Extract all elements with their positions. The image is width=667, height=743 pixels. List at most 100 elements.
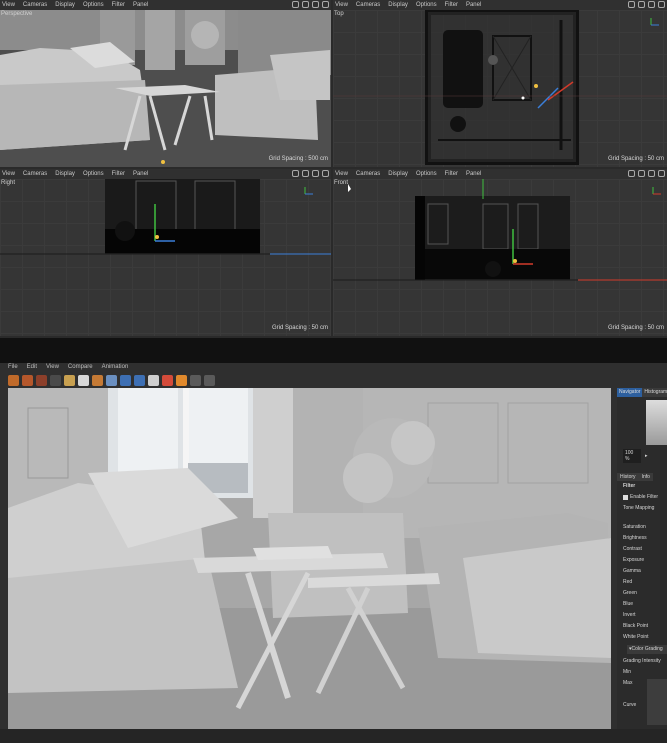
window-separator	[0, 338, 667, 363]
rotate-view-icon[interactable]	[648, 170, 655, 177]
enable-filter-row[interactable]: Enable Filter	[617, 492, 667, 503]
filter-item[interactable]: Saturation	[617, 522, 667, 533]
filter-item[interactable]: Contrast	[617, 544, 667, 555]
maximize-view-icon[interactable]	[658, 170, 665, 177]
channel-icon[interactable]	[134, 374, 145, 386]
info-icon[interactable]	[148, 374, 159, 386]
menu-display[interactable]: Display	[388, 0, 408, 10]
color-grading-group[interactable]: ▾Color Grading	[627, 645, 667, 654]
swap-icon[interactable]	[190, 374, 201, 386]
zoom-view-icon[interactable]	[302, 1, 309, 8]
rendered-image[interactable]	[8, 388, 611, 729]
viewport-menubar: View Cameras Display Options Filter Pane…	[333, 169, 667, 179]
filter-item[interactable]: Red	[617, 577, 667, 588]
right-view-scene	[0, 179, 331, 255]
filter-item[interactable]: Tone Mapping	[617, 503, 667, 514]
menu-display[interactable]: Display	[55, 169, 75, 179]
menu-display[interactable]: Display	[55, 0, 75, 10]
move-view-icon[interactable]	[292, 170, 299, 177]
filter-item[interactable]: Exposure	[617, 555, 667, 566]
export-icon[interactable]	[36, 374, 47, 386]
menu-filter[interactable]: Filter	[445, 0, 458, 10]
zoom-view-icon[interactable]	[638, 170, 645, 177]
filter-item[interactable]: White Point	[617, 632, 667, 643]
tab-histogram[interactable]: Histogram	[642, 388, 667, 397]
viewport-menubar: View Cameras Display Options Filter Pane…	[0, 0, 331, 10]
stop-render-icon[interactable]	[106, 374, 117, 386]
grading-item[interactable]: Min	[617, 667, 667, 678]
menu-animation[interactable]: Animation	[102, 363, 129, 372]
filter-item[interactable]: Brightness	[617, 533, 667, 544]
menu-filter[interactable]: Filter	[112, 169, 125, 179]
enable-filter-checkbox[interactable]	[623, 495, 628, 500]
tab-info[interactable]: Info	[638, 473, 653, 481]
menu-panel[interactable]: Panel	[133, 0, 148, 10]
move-view-icon[interactable]	[292, 1, 299, 8]
render-region-icon[interactable]	[78, 374, 89, 386]
menu-filter[interactable]: Filter	[112, 0, 125, 10]
zoom-slider-icon[interactable]: ▸	[645, 453, 648, 459]
menu-view[interactable]: View	[2, 169, 15, 179]
menu-options[interactable]: Options	[83, 169, 104, 179]
menu-options[interactable]: Options	[416, 169, 437, 179]
menu-options[interactable]: Options	[416, 0, 437, 10]
filter-item[interactable]: Black Point	[617, 621, 667, 632]
filter-item[interactable]: Invert	[617, 610, 667, 621]
zoom-view-icon[interactable]	[638, 1, 645, 8]
menu-cameras[interactable]: Cameras	[23, 169, 47, 179]
menu-file[interactable]: File	[8, 363, 18, 372]
viewport-title: Front	[334, 180, 349, 186]
enable-filter-label: Enable Filter	[630, 494, 659, 500]
menu-cameras[interactable]: Cameras	[356, 169, 380, 179]
filter-item[interactable]: Gamma	[617, 566, 667, 577]
set-b-icon[interactable]	[176, 374, 187, 386]
viewport-nav-icons	[628, 170, 665, 177]
grid-spacing-label: Grid Spacing : 50 cm	[271, 325, 328, 331]
cinema4d-viewports: View Cameras Display Options Filter Pane…	[0, 0, 667, 338]
rotate-view-icon[interactable]	[312, 1, 319, 8]
maximize-view-icon[interactable]	[322, 1, 329, 8]
maximize-view-icon[interactable]	[322, 170, 329, 177]
menu-edit[interactable]: Edit	[27, 363, 37, 372]
menu-view[interactable]: View	[335, 0, 348, 10]
save-icon[interactable]	[22, 374, 33, 386]
menu-view[interactable]: View	[46, 363, 59, 372]
grading-item[interactable]: Grading Intensity	[617, 656, 667, 667]
menu-panel[interactable]: Panel	[133, 169, 148, 179]
viewport-right[interactable]: View Cameras Display Options Filter Pane…	[0, 169, 331, 336]
menu-cameras[interactable]: Cameras	[356, 0, 380, 10]
viewport-nav-icons	[292, 170, 329, 177]
render-view-icon[interactable]	[64, 374, 75, 386]
curve-editor[interactable]	[647, 679, 667, 725]
menu-compare[interactable]: Compare	[68, 363, 93, 372]
sidebar-tabs: Navigator Histogram	[617, 388, 667, 397]
open-icon[interactable]	[8, 374, 19, 386]
viewport-top[interactable]: View Cameras Display Options Filter Pane…	[333, 0, 667, 167]
menu-view[interactable]: View	[2, 0, 15, 10]
menu-panel[interactable]: Panel	[466, 0, 481, 10]
filter-item[interactable]: Blue	[617, 599, 667, 610]
rotate-view-icon[interactable]	[312, 170, 319, 177]
compare-ab-icon[interactable]	[120, 374, 131, 386]
set-a-icon[interactable]	[162, 374, 173, 386]
menu-panel[interactable]: Panel	[466, 169, 481, 179]
menu-filter[interactable]: Filter	[445, 169, 458, 179]
menu-display[interactable]: Display	[388, 169, 408, 179]
zoom-value[interactable]: 100 %	[623, 449, 641, 463]
tab-navigator[interactable]: Navigator	[617, 388, 643, 397]
tab-history[interactable]: History	[617, 473, 639, 481]
navigator-thumbnail[interactable]	[646, 400, 667, 445]
render-active-icon[interactable]	[92, 374, 103, 386]
rotate-view-icon[interactable]	[648, 1, 655, 8]
filter-item[interactable]: Green	[617, 588, 667, 599]
viewport-front[interactable]: View Cameras Display Options Filter Pane…	[333, 169, 667, 336]
viewport-perspective[interactable]: View Cameras Display Options Filter Pane…	[0, 0, 331, 167]
menu-cameras[interactable]: Cameras	[23, 0, 47, 10]
zoom-view-icon[interactable]	[302, 170, 309, 177]
maximize-view-icon[interactable]	[658, 1, 665, 8]
menu-view[interactable]: View	[335, 169, 348, 179]
move-view-icon[interactable]	[628, 170, 635, 177]
difference-icon[interactable]	[204, 374, 215, 386]
menu-options[interactable]: Options	[83, 0, 104, 10]
move-view-icon[interactable]	[628, 1, 635, 8]
